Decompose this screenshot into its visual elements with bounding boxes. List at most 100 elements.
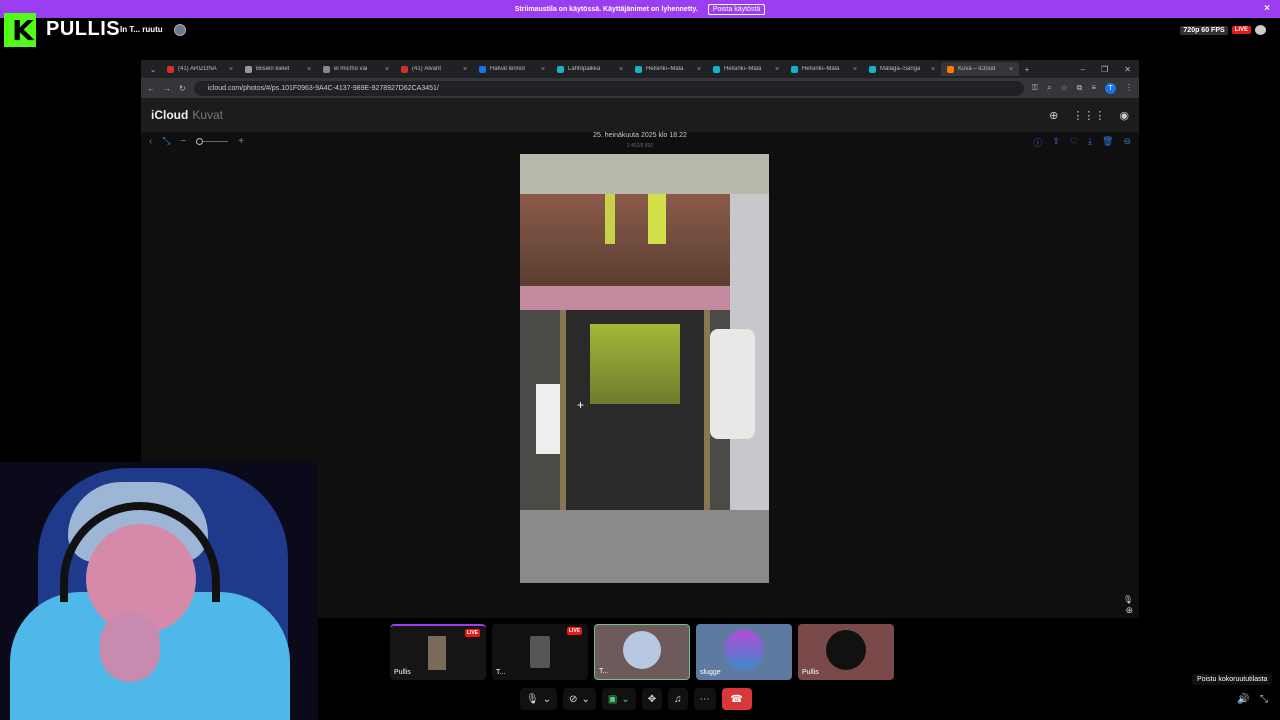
- photo-image[interactable]: +: [520, 154, 769, 583]
- participant-tile[interactable]: T...: [594, 624, 690, 680]
- add-icon[interactable]: ⊕: [1049, 109, 1058, 122]
- browser-tab[interactable]: Helsinki–Mála ×: [707, 62, 785, 76]
- chat-icon[interactable]: [1255, 25, 1266, 35]
- heart-icon[interactable]: ♡: [1070, 136, 1078, 149]
- browser-tab[interactable]: Kuva – iCloud ×: [941, 62, 1019, 76]
- zoom-slider-knob[interactable]: [196, 138, 204, 145]
- tab-close-icon[interactable]: ×: [229, 66, 239, 73]
- close-icon[interactable]: ×: [1264, 3, 1270, 14]
- zoom-slider[interactable]: [196, 138, 229, 145]
- tab-close-icon[interactable]: ×: [697, 66, 707, 73]
- icloud-header: iCloud Kuvat ⊕ ⋮⋮⋮ ◉: [141, 98, 1139, 132]
- participant-tile[interactable]: Pullis: [798, 624, 894, 680]
- window-controls: – ❐ ✕: [1081, 65, 1139, 74]
- tab-favicon-icon: [791, 65, 798, 73]
- trash-icon[interactable]: 🗑: [1102, 136, 1113, 149]
- back-chevron-icon[interactable]: ‹: [149, 136, 152, 147]
- browser-tab[interactable]: Biisien kielet ×: [239, 62, 317, 76]
- more-icon[interactable]: ⊖: [1123, 136, 1131, 149]
- mute-button[interactable]: 🎙 ⌄: [520, 688, 558, 710]
- magnify-icon[interactable]: ⊕: [1125, 605, 1133, 616]
- tab-bar: ⌄ (41) ARIZONA × Biisien kielet × el micmo v…: [141, 60, 1139, 78]
- photo-window: [520, 194, 735, 286]
- expand-icon[interactable]: ⤡: [162, 136, 170, 147]
- tab-close-icon[interactable]: ×: [463, 66, 473, 73]
- address-bar-icons: ⚿ ⌕ ☆ ⧉ ≡ T ⋮: [1032, 82, 1133, 94]
- key-icon[interactable]: ⚿: [1032, 83, 1038, 94]
- participant-tile[interactable]: slugge: [696, 624, 792, 680]
- zoom-in-icon[interactable]: +: [238, 136, 244, 147]
- extensions-icon[interactable]: ⧉: [1077, 83, 1083, 94]
- profile-avatar[interactable]: T: [1105, 82, 1116, 94]
- participant-tile[interactable]: LIVE T...: [492, 624, 588, 680]
- disable-streamer-mode-button[interactable]: Poista käytöstä: [707, 3, 766, 15]
- banner-message: Striimaustila on käytössä. Käyttäjänimet…: [514, 5, 698, 13]
- bookmark-star-icon[interactable]: ☆: [1060, 83, 1067, 94]
- exit-fullscreen-icon[interactable]: ⤡: [1260, 694, 1268, 705]
- tab-title: Helsinki–Mála: [646, 66, 684, 72]
- close-window-icon[interactable]: ✕: [1124, 65, 1131, 74]
- viewer-left-tools: ‹ ⤡ − +: [149, 136, 244, 147]
- tab-close-icon[interactable]: ×: [385, 66, 395, 73]
- participant-name: T...: [599, 668, 609, 675]
- tab-favicon-icon: [401, 65, 408, 73]
- tab-title: (41) Älvarit: [412, 66, 442, 72]
- viewer-right-tools: ⓘ ⇪ ♡ ⤓ 🗑 ⊖: [1033, 136, 1131, 149]
- download-icon[interactable]: ⤓: [1088, 136, 1092, 149]
- section-title[interactable]: Kuvat: [192, 108, 223, 122]
- url-field[interactable]: icloud.com/photos/#/ps.101F0963-9A4C-413…: [193, 80, 1024, 96]
- apps-grid-icon[interactable]: ⋮⋮⋮: [1072, 109, 1105, 122]
- stream-badges: 720p 60 FPS LIVE: [1180, 25, 1266, 35]
- streamer-name: PULLIS: [46, 18, 121, 40]
- media-icon[interactable]: ≡: [1091, 83, 1096, 94]
- browser-tab[interactable]: (41) ARIZONA ×: [161, 62, 239, 76]
- tab-close-icon[interactable]: ×: [307, 66, 317, 73]
- back-icon[interactable]: ←: [147, 84, 155, 93]
- photo-floor: [520, 510, 769, 583]
- icloud-brand[interactable]: iCloud: [151, 108, 188, 122]
- browser-tab[interactable]: Helsinki–Mála ×: [785, 62, 863, 76]
- tab-search-icon[interactable]: ⌄: [145, 65, 161, 74]
- info-icon[interactable]: ⓘ: [1033, 136, 1042, 149]
- quality-badge: 720p 60 FPS: [1180, 25, 1228, 35]
- restore-icon[interactable]: ❐: [1101, 65, 1108, 74]
- tab-list: (41) ARIZONA × Biisien kielet × el micmo vai…: [161, 62, 1019, 76]
- more-options-button[interactable]: ⋯: [693, 688, 716, 710]
- soundboard-button[interactable]: ♫: [668, 688, 688, 710]
- chevron-down-icon: ⌄: [581, 693, 590, 705]
- reload-icon[interactable]: ↻: [179, 84, 186, 93]
- participant-tile[interactable]: LIVE Pullis: [390, 624, 486, 680]
- avatar: [623, 631, 661, 669]
- minimize-icon[interactable]: –: [1081, 65, 1085, 74]
- browser-tab[interactable]: Lähtöpaikka ×: [551, 62, 629, 76]
- photo-index: 3 452/8 830: [626, 143, 654, 149]
- screen-share-button[interactable]: ▣ ⌄: [601, 688, 636, 710]
- microphone-icon: 🎙: [1122, 595, 1133, 604]
- activities-icon: ✥: [647, 693, 657, 705]
- browser-tab[interactable]: Málaga–Sanga ×: [863, 62, 941, 76]
- camera-button[interactable]: ⊘ ⌄: [563, 688, 596, 710]
- tab-close-icon[interactable]: ×: [853, 66, 863, 73]
- forward-icon[interactable]: →: [163, 84, 171, 93]
- stream-status-text: In T... ruutu: [120, 25, 163, 34]
- tab-close-icon[interactable]: ×: [541, 66, 551, 73]
- stream-thumbnail: [530, 636, 550, 668]
- tab-close-icon[interactable]: ×: [619, 66, 629, 73]
- browser-tab[interactable]: Halvat lennot ×: [473, 62, 551, 76]
- activities-button[interactable]: ✥: [641, 688, 663, 710]
- tab-close-icon[interactable]: ×: [775, 66, 785, 73]
- tab-close-icon[interactable]: ×: [931, 66, 941, 73]
- browser-tab[interactable]: el micmo vai ×: [317, 62, 395, 76]
- volume-icon[interactable]: 🔊: [1237, 694, 1249, 705]
- tab-title: Kuva – iCloud: [958, 66, 996, 72]
- menu-icon[interactable]: ⋮: [1125, 83, 1133, 94]
- account-icon[interactable]: ◉: [1119, 109, 1129, 122]
- new-tab-button[interactable]: +: [1019, 65, 1035, 74]
- disconnect-button[interactable]: ☎: [721, 688, 752, 710]
- browser-tab[interactable]: (41) Älvarit ×: [395, 62, 473, 76]
- zoom-icon[interactable]: ⌕: [1047, 83, 1051, 94]
- share-icon[interactable]: ⇪: [1052, 136, 1060, 149]
- tab-close-icon[interactable]: ×: [1009, 66, 1019, 73]
- zoom-out-icon[interactable]: −: [180, 136, 186, 147]
- browser-tab[interactable]: Helsinki–Mála ×: [629, 62, 707, 76]
